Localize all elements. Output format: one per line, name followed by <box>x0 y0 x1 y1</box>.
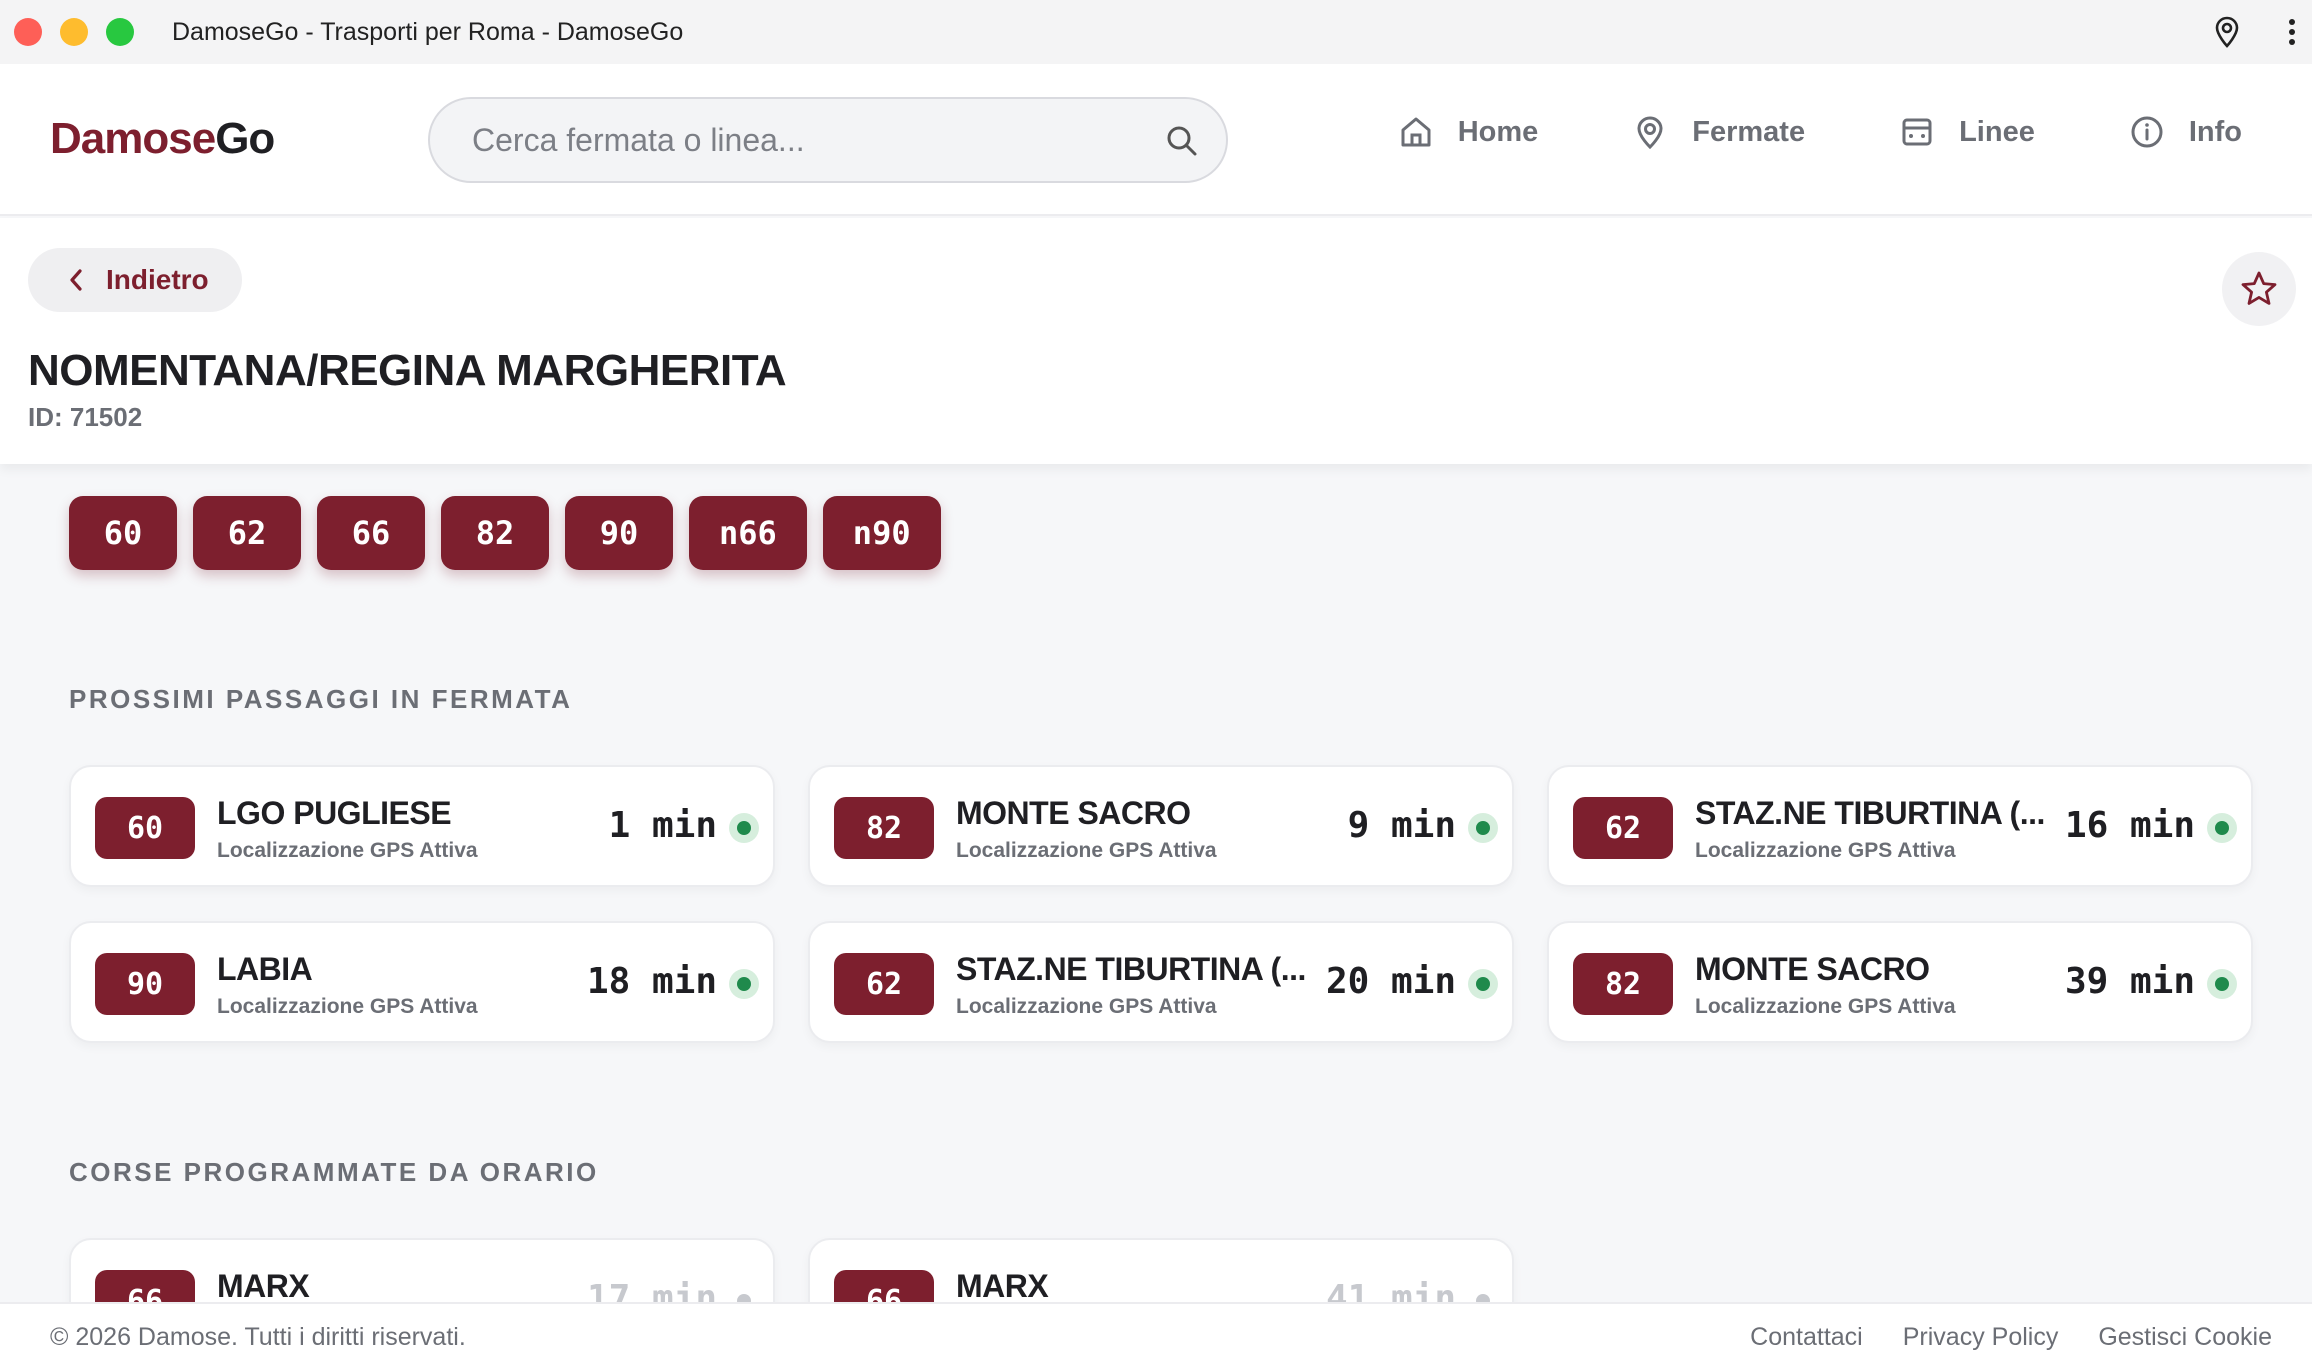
search-input[interactable] <box>472 121 1132 159</box>
nav-item-home[interactable]: Home <box>1398 114 1539 150</box>
arrival-destination: LGO PUGLIESE <box>217 795 452 831</box>
star-icon <box>2241 271 2277 305</box>
location-pin-icon <box>1637 116 1663 150</box>
gps-live-icon <box>2207 813 2237 843</box>
scheduled-section-title: CORSE PROGRAMMATE DA ORARIO <box>69 1157 599 1187</box>
home-icon <box>1401 117 1431 147</box>
window-titlebar: DamoseGo - Trasporti per Roma - DamoseGo <box>0 0 2312 64</box>
arrival-destination: MARX <box>956 1268 1049 1304</box>
stop-id: ID: 71502 <box>28 402 143 432</box>
realtime-section-title: PROSSIMI PASSAGGI IN FERMATA <box>69 684 573 714</box>
location-pin-icon[interactable] <box>2214 16 2240 48</box>
arrival-card[interactable]: 90 LABIA Localizzazione GPS Attiva 18 mi… <box>69 921 775 1043</box>
search-bar <box>428 97 1228 183</box>
nav-item-info[interactable]: Info <box>2129 114 2242 150</box>
brand-name-secondary: Go <box>215 114 275 163</box>
arrival-status: Localizzazione GPS Attiva <box>1695 839 1956 862</box>
arrival-line-badge: 62 <box>834 953 934 1015</box>
info-icon <box>2131 116 2163 148</box>
footer-link-contattaci[interactable]: Contattaci <box>1750 1323 1863 1352</box>
arrival-destination: STAZ.NE TIBURTINA (... <box>956 951 1306 987</box>
arrival-line-badge: 90 <box>95 953 195 1015</box>
arrival-destination: MONTE SACRO <box>1695 951 1930 987</box>
stop-header: Indietro NOMENTANA/REGINA MARGHERITA ID:… <box>0 218 2312 464</box>
brand-name-primary: Damose <box>50 114 216 163</box>
arrival-eta: 9 min <box>1347 805 1456 846</box>
arrival-status: Localizzazione GPS Attiva <box>956 839 1217 862</box>
arrival-card[interactable]: 82 MONTE SACRO Localizzazione GPS Attiva… <box>1547 921 2253 1043</box>
gps-live-icon <box>2207 969 2237 999</box>
footer-link-privacy[interactable]: Privacy Policy <box>1903 1323 2059 1352</box>
footer-links: Contattaci Privacy Policy Gestisci Cooki… <box>1750 1323 2272 1352</box>
window-title: DamoseGo - Trasporti per Roma - DamoseGo <box>172 17 684 46</box>
arrival-destination: MONTE SACRO <box>956 795 1191 831</box>
footer-link-cookie[interactable]: Gestisci Cookie <box>2098 1323 2272 1352</box>
close-window-button[interactable] <box>14 18 42 46</box>
search-icon[interactable] <box>1164 123 1200 164</box>
gps-live-icon <box>729 813 759 843</box>
gps-live-icon <box>729 969 759 999</box>
back-button-label: Indietro <box>106 264 209 295</box>
arrival-eta: 39 min <box>2064 961 2195 1002</box>
gps-live-icon <box>1468 813 1498 843</box>
arrival-destination: MARX <box>217 1268 310 1304</box>
back-button[interactable]: Indietro <box>28 248 242 312</box>
arrival-line-badge: 62 <box>1573 797 1673 859</box>
line-badge[interactable]: n66 <box>689 496 807 570</box>
arrival-card[interactable]: 62 STAZ.NE TIBURTINA (... Localizzazione… <box>808 921 1514 1043</box>
chevron-left-icon <box>70 269 82 291</box>
nav-item-fermate[interactable]: Fermate <box>1632 114 1805 150</box>
arrival-eta: 1 min <box>608 805 717 846</box>
line-badge[interactable]: 62 <box>193 496 301 570</box>
stop-title: NOMENTANA/REGINA MARGHERITA <box>28 346 787 395</box>
arrival-eta: 20 min <box>1325 961 1456 1002</box>
window-controls <box>14 18 134 46</box>
nav-item-label: Fermate <box>1692 115 1806 148</box>
more-options-icon[interactable] <box>2288 16 2296 48</box>
line-badge[interactable]: 60 <box>69 496 177 570</box>
arrival-destination: LABIA <box>217 951 313 987</box>
gps-live-icon <box>1468 969 1498 999</box>
arrival-status: Localizzazione GPS Attiva <box>956 995 1217 1018</box>
copyright-text: © 2026 Damose. Tutti i diritti riservati… <box>50 1323 466 1351</box>
realtime-arrivals-grid: 60 LGO PUGLIESE Localizzazione GPS Attiv… <box>69 765 2253 1043</box>
arrival-status: Localizzazione GPS Attiva <box>217 995 478 1018</box>
line-badge[interactable]: 66 <box>317 496 425 570</box>
arrival-card[interactable]: 82 MONTE SACRO Localizzazione GPS Attiva… <box>808 765 1514 887</box>
bus-icon <box>1902 118 1932 146</box>
arrival-line-badge: 82 <box>1573 953 1673 1015</box>
nav-item-label: Linee <box>1959 115 2035 148</box>
nav-item-label: Home <box>1457 115 1539 148</box>
minimize-window-button[interactable] <box>60 18 88 46</box>
nav-item-label: Info <box>2188 115 2242 148</box>
arrival-status: Localizzazione GPS Attiva <box>217 839 478 862</box>
line-badge[interactable]: 82 <box>441 496 549 570</box>
arrival-eta: 16 min <box>2064 805 2195 846</box>
line-badge[interactable]: 90 <box>565 496 673 570</box>
nav-item-linee[interactable]: Linee <box>1899 114 2035 150</box>
arrival-card[interactable]: 60 LGO PUGLIESE Localizzazione GPS Attiv… <box>69 765 775 887</box>
main-nav: Home Fermate Linee Info <box>1398 114 2242 150</box>
brand-logo[interactable]: DamoseGo <box>50 114 275 164</box>
line-badge[interactable]: n90 <box>822 496 941 570</box>
arrival-status: Localizzazione GPS Attiva <box>1695 995 1956 1018</box>
arrival-line-badge: 82 <box>834 797 934 859</box>
page-footer: © 2026 Damose. Tutti i diritti riservati… <box>0 1302 2312 1371</box>
maximize-window-button[interactable] <box>106 18 134 46</box>
app-header: DamoseGo Home Fermate Linee Info <box>0 64 2312 216</box>
stop-lines: 60 62 66 82 90 n66 n90 <box>69 496 941 570</box>
favorite-button[interactable] <box>2222 252 2296 326</box>
arrival-card[interactable]: 62 STAZ.NE TIBURTINA (... Localizzazione… <box>1547 765 2253 887</box>
arrival-eta: 18 min <box>586 961 717 1002</box>
arrival-destination: STAZ.NE TIBURTINA (... <box>1695 795 2045 831</box>
arrival-line-badge: 60 <box>95 797 195 859</box>
